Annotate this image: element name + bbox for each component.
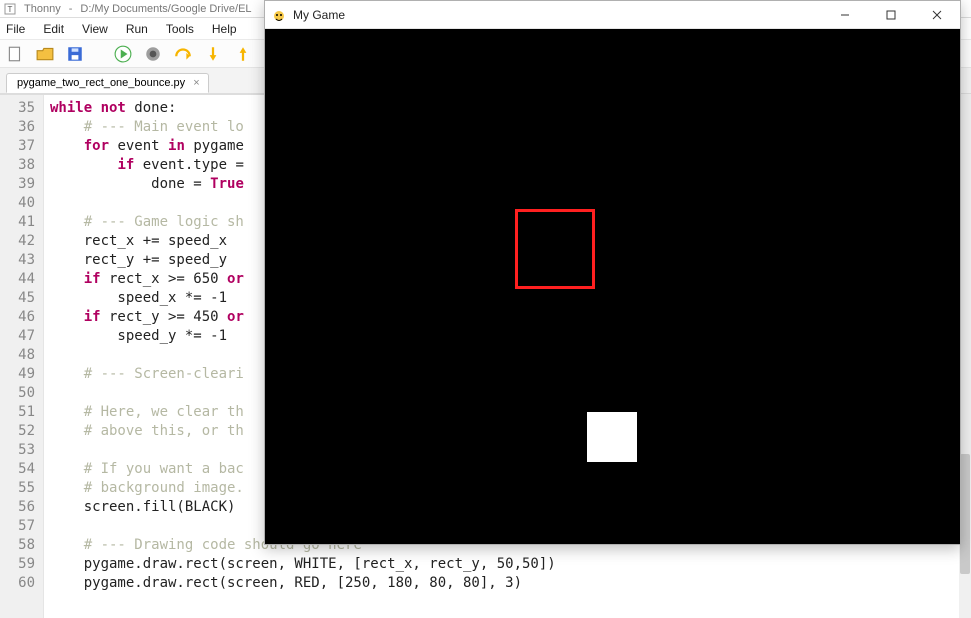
line-number-gutter: 3536373839404142434445464748495051525354… xyxy=(0,95,44,618)
white-rectangle xyxy=(587,412,637,462)
window-close-button[interactable] xyxy=(914,1,960,28)
code-line[interactable]: pygame.draw.rect(screen, RED, [250, 180,… xyxy=(50,574,961,593)
line-number: 47 xyxy=(4,327,35,346)
ide-title-app: Thonny xyxy=(24,3,61,15)
svg-text:T: T xyxy=(8,5,13,14)
line-number: 44 xyxy=(4,270,35,289)
line-number: 51 xyxy=(4,403,35,422)
editor-tab-active[interactable]: pygame_two_rect_one_bounce.py × xyxy=(6,73,209,93)
line-number: 37 xyxy=(4,137,35,156)
line-number: 57 xyxy=(4,517,35,536)
line-number: 52 xyxy=(4,422,35,441)
ide-title-path: D:/My Documents/Google Drive/EL xyxy=(80,3,251,15)
code-line[interactable]: pygame.draw.rect(screen, WHITE, [rect_x,… xyxy=(50,555,961,574)
line-number: 41 xyxy=(4,213,35,232)
line-number: 45 xyxy=(4,289,35,308)
line-number: 38 xyxy=(4,156,35,175)
line-number: 50 xyxy=(4,384,35,403)
game-window-title: My Game xyxy=(293,8,822,22)
line-number: 58 xyxy=(4,536,35,555)
menu-edit[interactable]: Edit xyxy=(43,22,64,36)
line-number: 56 xyxy=(4,498,35,517)
line-number: 42 xyxy=(4,232,35,251)
step-over-icon[interactable] xyxy=(174,45,192,63)
save-icon[interactable] xyxy=(66,45,84,63)
thonny-icon: T xyxy=(4,3,16,15)
window-maximize-button[interactable] xyxy=(868,1,914,28)
step-out-icon[interactable] xyxy=(234,45,252,63)
red-rectangle xyxy=(515,209,595,289)
line-number: 35 xyxy=(4,99,35,118)
line-number: 54 xyxy=(4,460,35,479)
line-number: 36 xyxy=(4,118,35,137)
editor-tab-label: pygame_two_rect_one_bounce.py xyxy=(17,77,185,89)
run-icon[interactable] xyxy=(114,45,132,63)
line-number: 55 xyxy=(4,479,35,498)
open-file-icon[interactable] xyxy=(36,45,54,63)
menu-help[interactable]: Help xyxy=(212,22,237,36)
window-minimize-button[interactable] xyxy=(822,1,868,28)
line-number: 46 xyxy=(4,308,35,327)
game-canvas xyxy=(265,29,960,544)
line-number: 43 xyxy=(4,251,35,270)
line-number: 60 xyxy=(4,574,35,593)
line-number: 59 xyxy=(4,555,35,574)
menu-tools[interactable]: Tools xyxy=(166,22,194,36)
debug-icon[interactable] xyxy=(144,45,162,63)
tab-close-icon[interactable]: × xyxy=(193,77,199,89)
ide-title-sep: - xyxy=(69,3,73,15)
line-number: 48 xyxy=(4,346,35,365)
step-into-icon[interactable] xyxy=(204,45,222,63)
menu-run[interactable]: Run xyxy=(126,22,148,36)
line-number: 39 xyxy=(4,175,35,194)
new-file-icon[interactable] xyxy=(6,45,24,63)
line-number: 49 xyxy=(4,365,35,384)
menu-file[interactable]: File xyxy=(6,22,25,36)
pygame-window: My Game xyxy=(264,0,961,545)
menu-view[interactable]: View xyxy=(82,22,108,36)
game-titlebar[interactable]: My Game xyxy=(265,1,960,29)
line-number: 40 xyxy=(4,194,35,213)
line-number: 53 xyxy=(4,441,35,460)
pygame-icon xyxy=(271,7,287,23)
scrollbar-thumb[interactable] xyxy=(960,454,970,574)
